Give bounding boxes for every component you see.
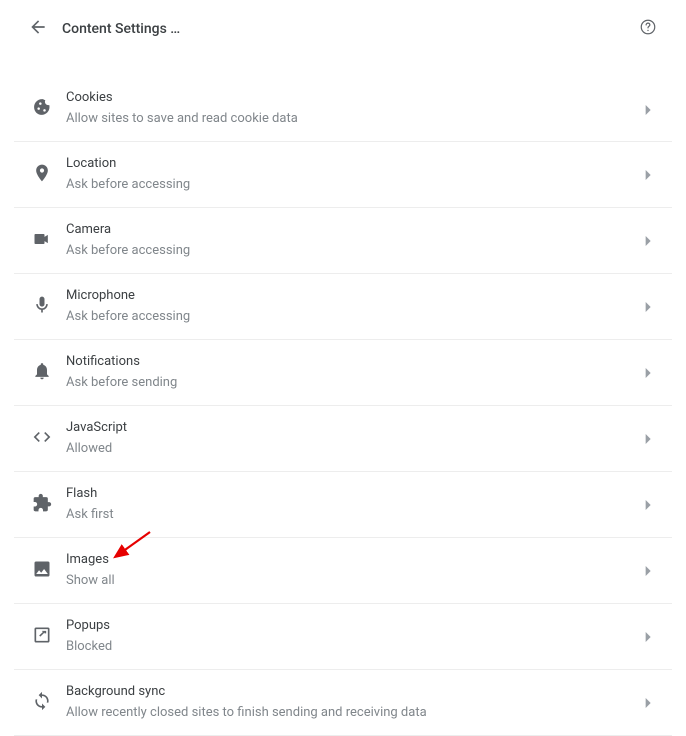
row-title: Camera [66,221,634,239]
row-subtitle: Show all [66,571,634,591]
row-location[interactable]: Location Ask before accessing [14,142,672,208]
row-title: Notifications [66,353,634,371]
row-camera[interactable]: Camera Ask before accessing [14,208,672,274]
code-icon [32,427,52,451]
row-subtitle: Ask before accessing [66,241,634,261]
help-button[interactable] [630,11,666,47]
row-title: Background sync [66,683,634,701]
row-cookies[interactable]: Cookies Allow sites to save and read coo… [14,76,672,142]
row-images[interactable]: Images Show all [14,538,672,604]
chevron-right-icon [645,100,653,119]
location-icon [32,163,52,187]
row-javascript[interactable]: JavaScript Allowed [14,406,672,472]
row-subtitle: Ask first [66,505,634,525]
row-flash[interactable]: Flash Ask first [14,472,672,538]
row-notifications[interactable]: Notifications Ask before sending [14,340,672,406]
chevron-right-icon [645,363,653,382]
row-subtitle: Ask before accessing [66,175,634,195]
row-popups[interactable]: Popups Blocked [14,604,672,670]
chevron-right-icon [645,627,653,646]
row-title: Location [66,155,634,173]
sync-icon [32,691,52,715]
chevron-right-icon [645,495,653,514]
popup-icon [32,625,52,649]
image-icon [32,559,52,583]
row-title: Popups [66,617,634,635]
chevron-right-icon [645,429,653,448]
page-title: Content Settings … [62,21,630,37]
row-subtitle: Ask before sending [66,373,634,393]
header-bar: Content Settings … [14,0,672,58]
chevron-right-icon [645,231,653,250]
chevron-right-icon [645,297,653,316]
back-button[interactable] [20,11,56,47]
help-icon [639,18,657,40]
microphone-icon [32,295,52,319]
row-title: Cookies [66,89,634,107]
row-title: JavaScript [66,419,634,437]
chevron-right-icon [645,561,653,580]
row-background-sync[interactable]: Background sync Allow recently closed si… [14,670,672,736]
chevron-right-icon [645,693,653,712]
row-subtitle: Ask before accessing [66,307,634,327]
camera-icon [32,229,52,253]
bell-icon [32,361,52,385]
cookie-icon [32,97,52,121]
row-subtitle: Allow recently closed sites to finish se… [66,703,634,723]
settings-list: Cookies Allow sites to save and read coo… [14,76,672,736]
extension-icon [32,493,52,517]
row-title: Flash [66,485,634,503]
row-microphone[interactable]: Microphone Ask before accessing [14,274,672,340]
row-title: Images [66,551,634,569]
row-subtitle: Allow sites to save and read cookie data [66,109,634,129]
arrow-left-icon [28,17,48,41]
row-subtitle: Allowed [66,439,634,459]
row-subtitle: Blocked [66,637,634,657]
row-title: Microphone [66,287,634,305]
chevron-right-icon [645,165,653,184]
